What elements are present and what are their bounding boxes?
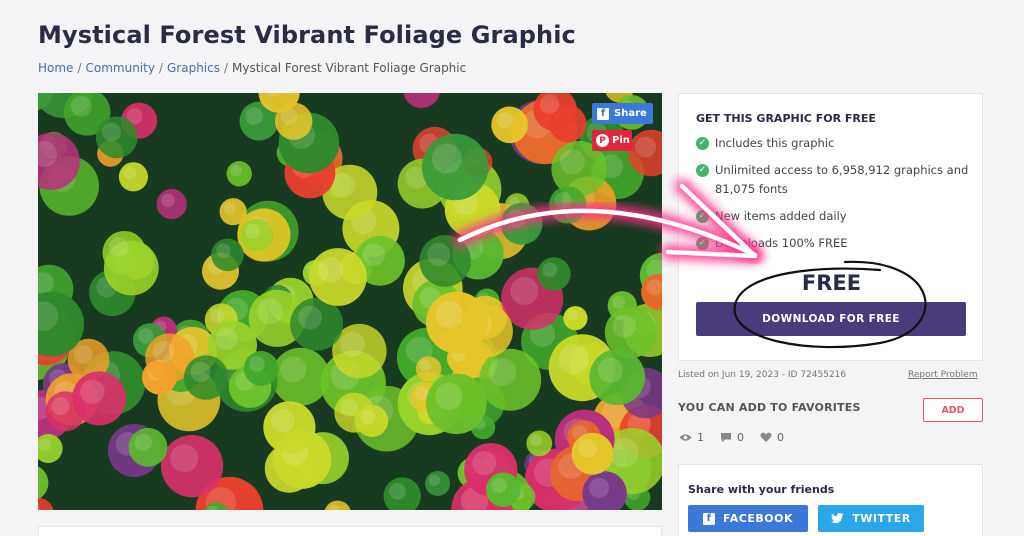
tree-crown (419, 235, 471, 287)
tree-crown (426, 291, 488, 354)
tree-crown (102, 231, 147, 275)
check-icon: ✓ (696, 137, 709, 150)
feature-item: ✓ Downloads 100% FREE (696, 234, 971, 253)
share-image-button[interactable]: f Share (592, 103, 653, 124)
feature-text: Includes this graphic (715, 136, 835, 150)
tree-crown (526, 430, 553, 457)
tree-crown (118, 162, 148, 192)
tree-crown (421, 133, 489, 201)
tree-crown (243, 351, 279, 386)
tree-crown (537, 257, 571, 291)
report-problem-link[interactable]: Report Problem (908, 370, 978, 380)
tree-crown (156, 189, 187, 220)
tree-crown (183, 355, 229, 400)
check-icon: ✓ (696, 237, 709, 250)
download-free-button[interactable]: DOWNLOAD FOR FREE (696, 302, 966, 336)
pin-label: Pin (612, 135, 630, 146)
tree-crown (426, 373, 487, 435)
tree-crown (219, 198, 247, 226)
facebook-icon: f (703, 512, 716, 525)
tree-crown (309, 248, 367, 306)
product-image[interactable] (38, 93, 662, 510)
feature-item: ✓ Includes this graphic (696, 134, 971, 153)
tree-crown (491, 106, 528, 144)
tree-crown (425, 471, 451, 496)
heart-icon (760, 432, 772, 442)
likes-count: 0 (777, 431, 784, 444)
feature-text: New items added daily (715, 209, 847, 223)
share-label: Share (614, 108, 647, 119)
tree-crown (479, 348, 542, 411)
price-label: FREE (801, 271, 862, 295)
feature-item: ✓ Unlimited access to 6,958,912 graphics… (696, 161, 971, 199)
share-card: Share with your friends f FACEBOOK TWITT… (678, 464, 983, 536)
share-heading: Share with your friends (688, 483, 835, 496)
description-panel (38, 526, 662, 536)
tree-crown (271, 347, 330, 406)
free-offer-card: GET THIS GRAPHIC FOR FREE ✓ Includes thi… (678, 93, 983, 361)
check-icon: ✓ (696, 164, 709, 177)
facebook-icon: f (597, 107, 609, 120)
facebook-label: FACEBOOK (723, 512, 793, 525)
tree-crown (211, 238, 244, 272)
tree-crown (589, 349, 646, 406)
feature-text: Downloads 100% FREE (715, 236, 848, 250)
pinterest-icon: P (596, 134, 609, 147)
tree-crown (500, 202, 543, 245)
feature-item: ✓ New items added daily (696, 207, 971, 226)
comments-stat: 0 (720, 431, 744, 444)
feature-text: Unlimited access to 6,958,912 graphics a… (715, 163, 969, 196)
share-facebook-button[interactable]: f FACEBOOK (688, 505, 808, 532)
favorites-label: YOU CAN ADD TO FAVORITES (678, 401, 861, 414)
comments-count: 0 (737, 431, 744, 444)
tree-crown (72, 371, 127, 426)
tree-crown (356, 404, 389, 437)
breadcrumb-home[interactable]: Home (38, 61, 73, 75)
breadcrumb-current: Mystical Forest Vibrant Foliage Graphic (232, 61, 467, 75)
page-title: Mystical Forest Vibrant Foliage Graphic (38, 21, 576, 49)
twitter-label: TWITTER (852, 512, 911, 525)
tree-crown (240, 218, 274, 252)
listing-info: Listed on Jun 19, 2023 - ID 72455216 (678, 370, 847, 380)
breadcrumb-separator: / (223, 61, 229, 75)
breadcrumb-graphics[interactable]: Graphics (167, 61, 220, 75)
tree-crown (95, 116, 138, 159)
tree-crown (571, 432, 614, 475)
tree-crown (128, 427, 168, 467)
tree-crown (549, 186, 587, 224)
offer-heading: GET THIS GRAPHIC FOR FREE (696, 112, 876, 125)
views-stat: 1 (679, 431, 704, 444)
likes-stat: 0 (760, 431, 784, 444)
twitter-icon (831, 513, 844, 524)
share-twitter-button[interactable]: TWITTER (818, 505, 924, 532)
breadcrumb-community[interactable]: Community (85, 61, 154, 75)
comment-icon (721, 433, 731, 442)
tree-crown (226, 161, 252, 187)
breadcrumb-separator: / (77, 61, 82, 75)
check-icon: ✓ (696, 210, 709, 223)
tree-crown (485, 472, 521, 508)
tree-crown (263, 401, 316, 454)
add-to-favorites-button[interactable]: ADD (923, 398, 983, 422)
views-count: 1 (697, 431, 704, 444)
pin-image-button[interactable]: P Pin (592, 130, 632, 151)
breadcrumb-separator: / (158, 61, 163, 75)
tree-crown (415, 356, 442, 382)
tree-crown (563, 306, 588, 331)
tree-crown (161, 435, 224, 498)
breadcrumb: Home / Community / Graphics / Mystical Forest … (38, 61, 466, 75)
engagement-stats: 1 0 0 (679, 431, 784, 444)
forest-canopy-image (38, 93, 662, 510)
eye-icon (679, 434, 692, 441)
